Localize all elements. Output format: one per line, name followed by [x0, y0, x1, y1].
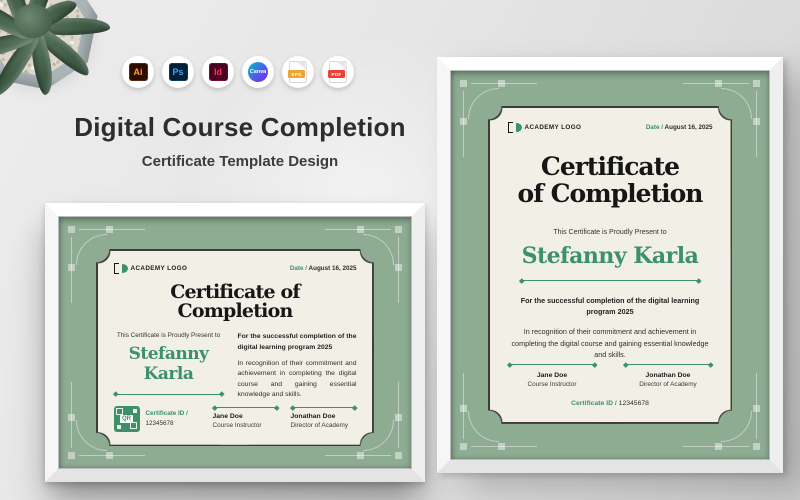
eps-file: EPS: [288, 61, 307, 83]
signature-block: Jane Doe Course Instructor: [507, 362, 597, 388]
recognition-text: In recognition of their commitment and a…: [511, 327, 709, 360]
signature-block: Jane Doe Course Instructor: [211, 404, 280, 429]
academy-logo: ACADEMY LOGO: [507, 121, 582, 133]
recipient-name: Stefanny Karla: [128, 344, 209, 385]
certificate-id-label: Certificate ID /: [145, 410, 188, 418]
page-subtitle: Certificate Template Design: [141, 153, 339, 170]
eps-file-icon: EPS: [282, 56, 314, 88]
signature-line: [507, 362, 597, 368]
date-label: Date /: [645, 123, 664, 131]
signer-role: Course Instructor: [527, 380, 577, 388]
signature-block: Jonathan Doe Director of Academy: [623, 362, 713, 388]
landscape-certificate-mat: ACADEMY LOGO Date / August 16, 2025 Cert…: [58, 216, 412, 469]
signer-name: Jane Doe: [212, 413, 243, 420]
certificate-title: Certificate of Completion: [170, 280, 300, 323]
date-value: August 16, 2025: [308, 264, 357, 272]
page-title: Digital Course Completion: [74, 112, 406, 142]
description-column: For the successful completion of the dig…: [238, 332, 357, 401]
signature-line: [623, 362, 713, 368]
signer-role: Director of Academy: [290, 422, 349, 429]
illustrator-icon: Ai: [122, 56, 154, 88]
signer-name: Jonathan Doe: [645, 371, 691, 379]
signatures-row: Jane Doe Course Instructor Jonathan Doe …: [507, 362, 713, 388]
pdf-file-icon: PDF: [322, 56, 354, 88]
photoshop-icon: Ps: [162, 56, 194, 88]
mockup-stage: Ai Ps Id Canva EPS PDF Digital Course Co…: [0, 0, 800, 500]
plant-core: [14, 4, 52, 38]
signer-role: Course Instructor: [212, 422, 262, 429]
presented-label: This Certificate is Proudly Present to: [553, 228, 667, 236]
signer-role: Director of Academy: [639, 380, 697, 388]
certificate-id-label: Certificate ID /: [571, 399, 617, 407]
logo-mark-icon: [507, 121, 513, 133]
qr-block: QR Certificate ID / 12345678: [113, 405, 188, 432]
recipient-name: Stefanny Karla: [521, 242, 699, 269]
logo-mark-icon: [121, 263, 128, 273]
software-icons-row: Ai Ps Id Canva EPS PDF: [122, 56, 354, 88]
certificate-date: Date / August 16, 2025: [646, 124, 713, 131]
succulent-plant: [0, 0, 126, 120]
canva-badge: Canva: [248, 62, 268, 82]
photoshop-badge: Ps: [168, 63, 188, 81]
eps-label: EPS: [288, 70, 305, 78]
panel-outline: ACADEMY LOGO Date / August 16, 2025 Cert…: [96, 249, 374, 446]
certificate-id-value: 12345678: [145, 419, 174, 427]
presented-label: This Certificate is Proudly Present to: [116, 332, 221, 340]
pdf-label: PDF: [328, 70, 345, 78]
certificate-id: Certificate ID / 12345678: [146, 409, 188, 428]
indesign-icon: Id: [202, 56, 234, 88]
certificate-title-line1: Certificate: [540, 151, 680, 181]
signer-name: Jane Doe: [536, 371, 568, 379]
pdf-file: PDF: [328, 61, 347, 83]
certificate-id-value: 12345678: [618, 399, 649, 407]
signature-line: [211, 404, 280, 410]
logo-mark-icon: [113, 262, 119, 274]
certificate-panel: ACADEMY LOGO Date / August 16, 2025 Cert…: [97, 250, 373, 445]
certificate-panel: ACADEMY LOGO Date / August 16, 2025 Cert…: [489, 107, 731, 423]
indesign-badge: Id: [208, 63, 228, 81]
certificate-header: ACADEMY LOGO Date / August 16, 2025: [113, 262, 357, 274]
certificate-title-line2: of Completion: [517, 178, 704, 208]
panel-outline: ACADEMY LOGO Date / August 16, 2025 Cert…: [488, 106, 732, 424]
canva-icon: Canva: [242, 56, 274, 88]
completion-statement: For the successful completion of the dig…: [237, 333, 357, 351]
academy-logo: ACADEMY LOGO: [113, 262, 188, 274]
certificate-date: Date / August 16, 2025: [290, 265, 357, 272]
ornamental-divider: [112, 391, 225, 397]
date-value: August 16, 2025: [664, 123, 713, 131]
qr-code-icon: QR: [113, 405, 140, 432]
ornamental-divider: [519, 277, 701, 283]
certificate-footer: QR Certificate ID / 12345678 Jane Doe Co…: [113, 404, 358, 432]
qr-label: QR: [120, 414, 133, 423]
illustrator-badge: Ai: [128, 63, 148, 81]
signature-line: [289, 404, 358, 410]
signer-name: Jonathan Doe: [290, 413, 336, 420]
certificate-header: ACADEMY LOGO Date / August 16, 2025: [507, 121, 713, 133]
portrait-certificate-frame: ACADEMY LOGO Date / August 16, 2025 Cert…: [437, 57, 783, 473]
certificate-title: Certificate of Completion: [508, 153, 713, 207]
signature-block: Jonathan Doe Director of Academy: [289, 404, 358, 429]
date-label: Date /: [289, 264, 308, 272]
landscape-certificate-frame: ACADEMY LOGO Date / August 16, 2025 Cert…: [45, 203, 425, 482]
academy-logo-text: ACADEMY LOGO: [524, 123, 582, 131]
certificate-id: Certificate ID / 12345678: [508, 400, 713, 407]
completion-statement: For the successful completion of the dig…: [520, 296, 700, 317]
recipient-column: This Certificate is Proudly Present to S…: [112, 332, 225, 401]
logo-mark-icon: [515, 122, 522, 132]
portrait-certificate-mat: ACADEMY LOGO Date / August 16, 2025 Cert…: [450, 70, 770, 460]
academy-logo-text: ACADEMY LOGO: [130, 264, 188, 272]
recognition-text: In recognition of their commitment and a…: [237, 359, 357, 399]
